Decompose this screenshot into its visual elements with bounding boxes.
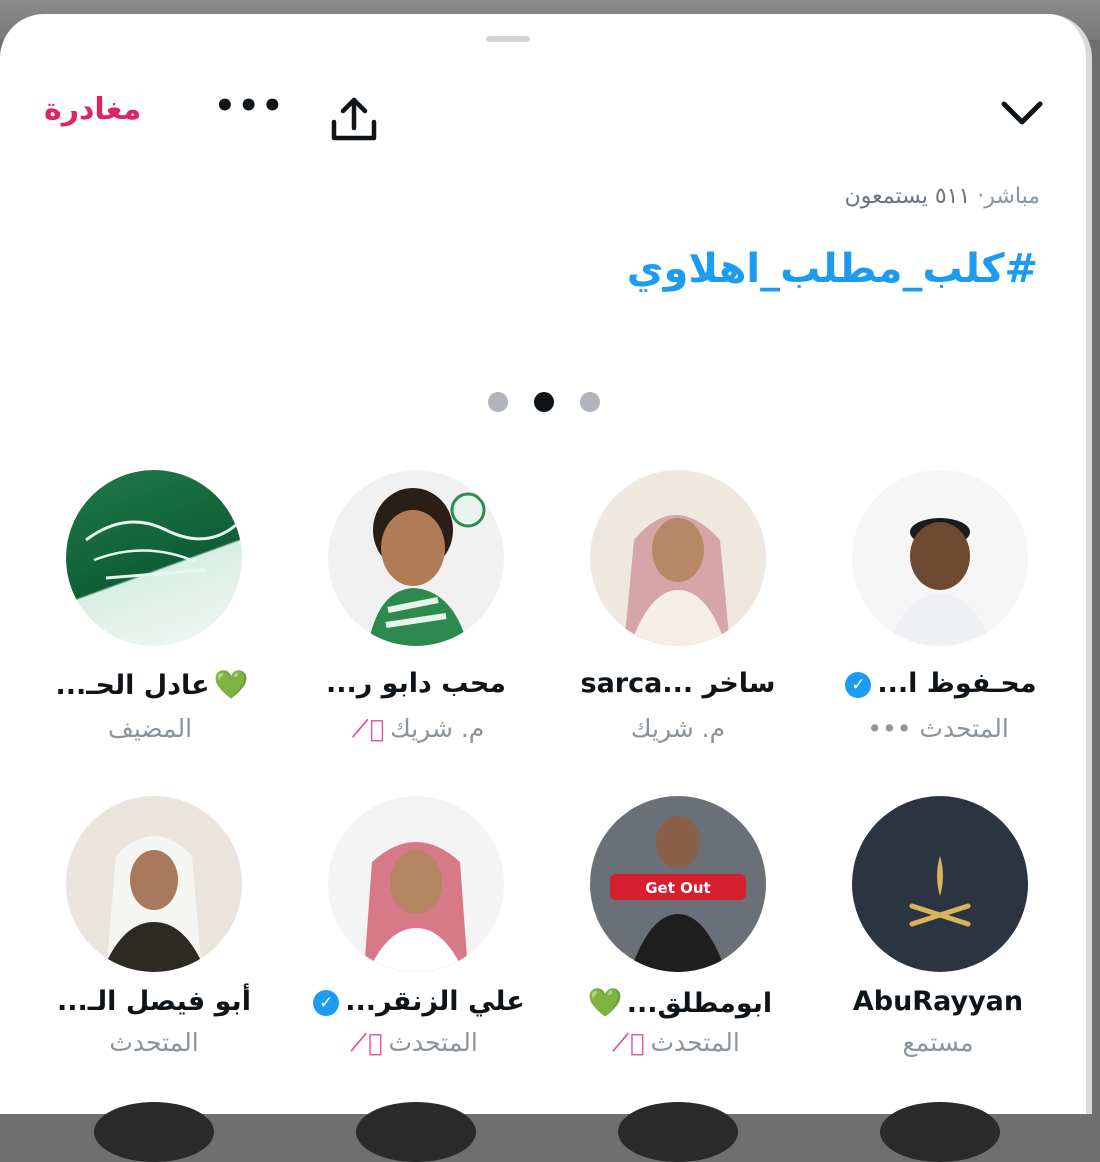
page-dot[interactable] [580,392,600,412]
leave-button[interactable]: مغادرة [44,92,141,127]
verified-badge-icon: ✓ [845,671,872,698]
member-role: م. شريك [630,714,726,743]
get-out-label: Get Out [645,879,710,897]
avatar-partial[interactable] [356,1102,476,1162]
mic-muted-icon: 🎙̸ [630,1029,645,1057]
member-name: ابومطلق...💚 [587,986,773,1019]
member-name: محـفوظ ا...✓ [808,668,1068,699]
member-role: المتحدث ••• [867,714,1009,743]
avatar-partial[interactable] [618,1102,738,1162]
avatar-member-7[interactable]: Get Out [590,796,766,972]
avatar-member-5[interactable] [66,796,242,972]
member-role: المتحدث [109,1028,199,1057]
member-role: المتحدث🎙̸ [630,1028,740,1057]
avatar-member-6[interactable] [328,796,504,972]
green-heart-icon: 💚 [213,668,249,701]
member-name: محب دابو ر... [325,668,507,699]
spaces-sheet: مغادرة ••• مباشر· ٥١١ يستمعون #كلب_مطلب_… [0,14,1092,1162]
more-options-button[interactable]: ••• [214,89,283,123]
listeners-count: ٥١١ يستمعون [844,184,971,209]
member-name: AbuRayyan [852,986,1024,1017]
space-meta: مباشر· ٥١١ يستمعون [845,184,1040,209]
avatar-member-2[interactable] [328,470,504,646]
space-title[interactable]: #كلب_مطلب_اهلاوي [627,246,1038,292]
green-heart-icon: 💚 [587,986,623,1019]
member-name: ساخر ...sarca [580,668,776,699]
page-dot[interactable] [488,392,508,412]
sheet-grabber[interactable] [486,36,530,42]
mic-muted-icon: 🎙̸ [369,715,385,743]
page-indicator [488,392,600,414]
avatar-saudi-flag[interactable] [66,470,242,646]
live-label: مباشر· [977,184,1040,209]
mic-muted-icon: 🎙̸ [368,1029,383,1057]
member-name: علي الزنقر...✓ [286,986,546,1017]
page-dot-active[interactable] [534,392,554,412]
member-role: المضيف [107,714,193,743]
avatar-member-3[interactable] [590,470,766,646]
share-icon[interactable] [326,92,382,148]
avatar-partial[interactable] [880,1102,1000,1162]
member-role: م. شريك🎙̸ [369,714,485,743]
avatar-partial[interactable] [94,1102,214,1162]
member-role: مستمع [902,1028,974,1057]
avatar-member-4[interactable] [852,470,1028,646]
member-name: 💚عادل الحـ... [55,668,249,701]
verified-badge-icon: ✓ [313,989,340,1016]
member-role: المتحدث🎙̸ [368,1028,478,1057]
more-dots[interactable]: ••• [867,714,911,743]
avatar-member-8[interactable] [852,796,1028,972]
member-name: أبو فيصل الـ... [57,986,251,1017]
chevron-down-icon[interactable] [994,94,1050,134]
